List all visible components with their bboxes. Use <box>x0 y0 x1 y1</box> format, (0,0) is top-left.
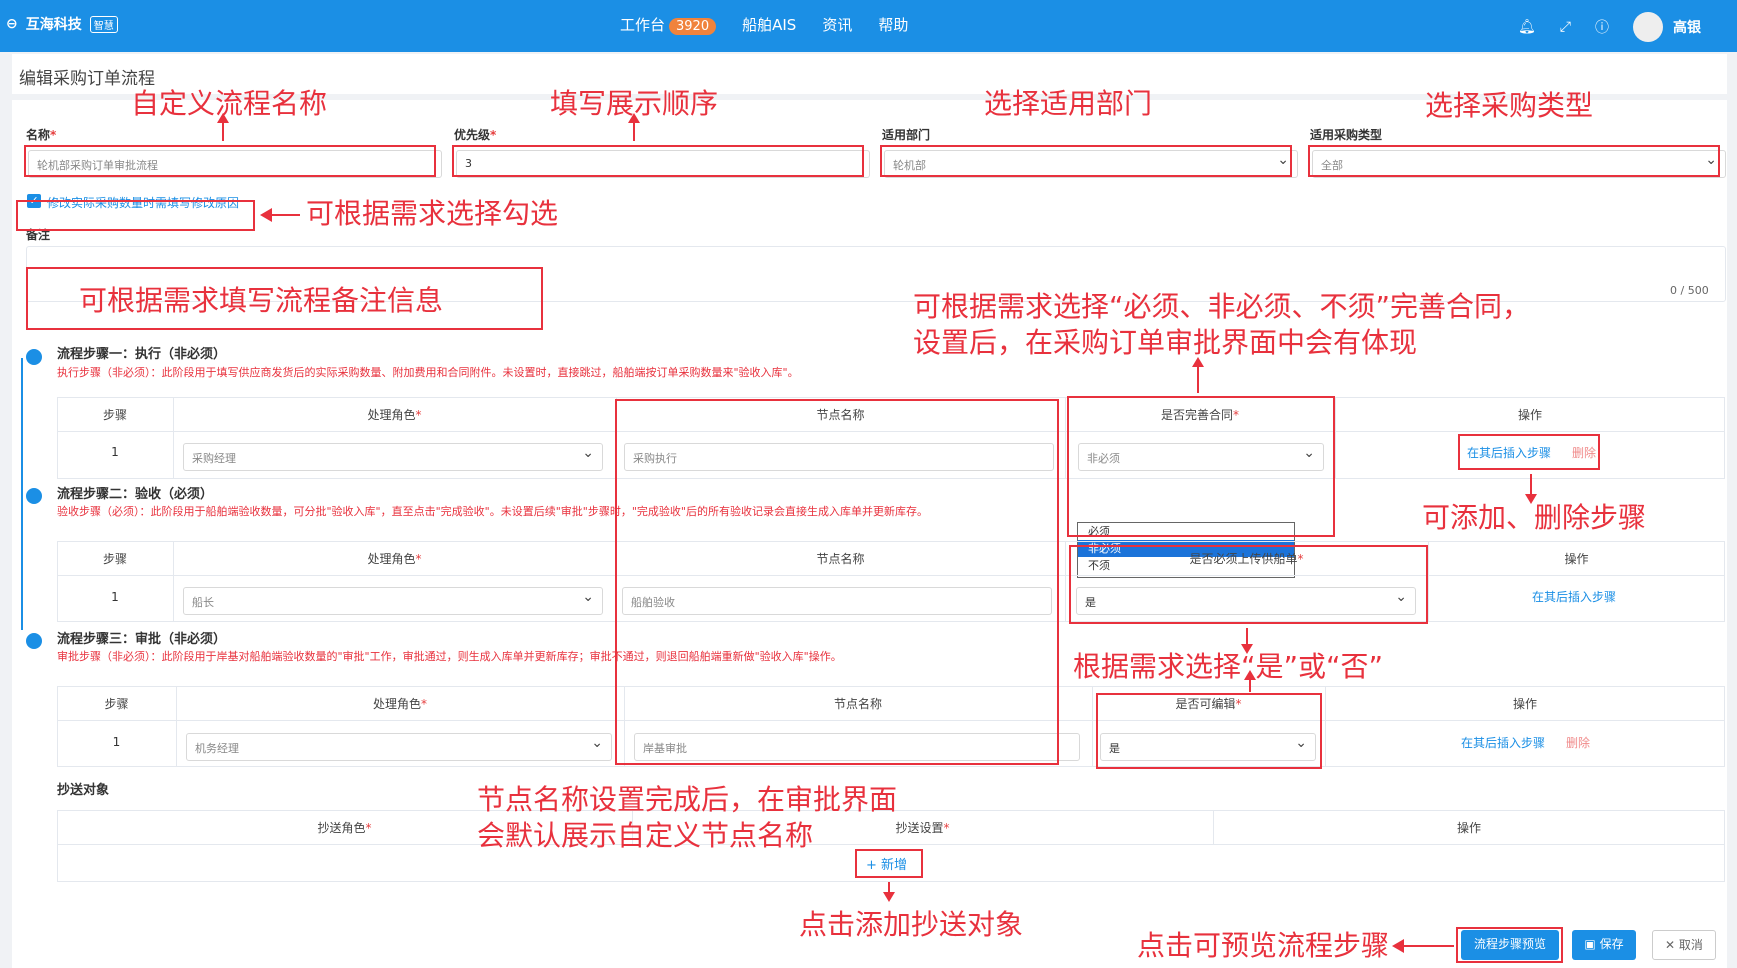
step2-title: 流程步骤二：验收（必须） <box>57 487 214 502</box>
annotation-checkbox: 可根据需求选择勾选 <box>306 197 559 230</box>
annotation-contract-line1: 可根据需求选择“必须、非必须、不须”完善合同， <box>913 290 1531 323</box>
highlight-add-cc <box>855 849 923 878</box>
highlight-dept <box>880 145 1292 177</box>
step3-dot <box>26 633 42 649</box>
nav-ship-ais[interactable]: 船舶AIS <box>742 14 796 35</box>
step1-th-action: 操作 <box>1517 408 1542 422</box>
help-icon[interactable]: ⓘ <box>1595 17 1609 37</box>
annotation-dept: 选择适用部门 <box>984 87 1153 120</box>
cc-th-action: 操作 <box>1456 821 1481 835</box>
user-name[interactable]: 高银 <box>1673 17 1701 37</box>
step3-insert-link[interactable]: 在其后插入步骤 <box>1461 734 1545 751</box>
arrow-name <box>217 113 229 141</box>
cc-title: 抄送对象 <box>57 783 110 798</box>
priority-label: 优先级* <box>454 128 497 142</box>
highlight-editable-column <box>1096 693 1322 769</box>
highlight-node-column <box>615 399 1059 765</box>
fullscreen-icon[interactable]: ⤢ <box>1560 19 1571 35</box>
highlight-preview <box>1456 927 1563 963</box>
workbench-badge: 3920 <box>669 18 717 35</box>
arrow-checkbox <box>260 208 300 222</box>
arrow-editable <box>1244 670 1256 692</box>
name-label: 名称* <box>26 128 57 142</box>
annotation-name: 自定义流程名称 <box>131 87 328 120</box>
arrow-preview <box>1392 939 1454 953</box>
arrow-upload <box>1241 628 1253 654</box>
highlight-actions <box>1458 434 1600 470</box>
top-right-tools: 🔔︎ ⤢ ⓘ 高银 <box>1518 12 1701 42</box>
step3-th-role: 处理角色* <box>372 697 427 711</box>
step1-step-number: 1 <box>111 445 119 459</box>
highlight-name <box>24 145 436 177</box>
annotation-remarks: 可根据需求填写流程备注信息 <box>79 284 444 317</box>
nav-help[interactable]: 帮助 <box>878 14 908 35</box>
arrow-actions <box>1525 474 1537 504</box>
remarks-counter: 0 / 500 <box>1670 284 1709 297</box>
step2-insert-link[interactable]: 在其后插入步骤 <box>1532 588 1616 605</box>
annotation-node-line2: 会默认展示自定义节点名称 <box>477 819 814 852</box>
step1-role-select[interactable]: 采购经理 <box>183 443 603 471</box>
annotation-add-cc: 点击添加抄送对象 <box>799 908 1024 941</box>
annotation-node-line1: 节点名称设置完成后，在审批界面 <box>477 783 898 816</box>
highlight-upload-column <box>1069 545 1428 624</box>
highlight-contract-column <box>1067 396 1335 537</box>
step1-th-role: 处理角色* <box>367 408 422 422</box>
highlight-type <box>1308 145 1720 177</box>
close-icon: ✕ <box>1665 938 1679 952</box>
step1-dot <box>26 349 42 365</box>
highlight-checkbox <box>16 200 255 231</box>
step3-role-select[interactable]: 机务经理 <box>186 733 612 761</box>
annotation-yes-no: 根据需求选择“是”或“否” <box>1073 650 1384 683</box>
step2-th-action: 操作 <box>1564 552 1589 566</box>
dept-label: 适用部门 <box>882 128 931 142</box>
annotation-actions: 可添加、删除步骤 <box>1422 501 1647 534</box>
annotation-preview: 点击可预览流程步骤 <box>1137 929 1390 962</box>
avatar[interactable] <box>1633 12 1663 42</box>
step1-desc: 执行步骤（非必须）：此阶段用于填写供应商发货后的实际采购数量、附加费用和合同附件… <box>57 366 799 379</box>
annotation-contract-line2: 设置后，在采购订单审批界面中会有体现 <box>913 326 1418 359</box>
step2-th-step: 步骤 <box>102 552 127 566</box>
top-bar: ⊖ 互海科技 智慧 工作台 3920 船舶AIS 资讯 帮助 🔔︎ ⤢ ⓘ 高银 <box>0 0 1737 52</box>
step1-title: 流程步骤一：执行（非必须） <box>57 347 227 362</box>
nav-news[interactable]: 资讯 <box>822 14 852 35</box>
step2-step-number: 1 <box>111 590 119 604</box>
bell-icon[interactable]: 🔔︎ <box>1518 19 1536 35</box>
step3-th-action: 操作 <box>1512 697 1537 711</box>
save-button[interactable]: ▣ 保存 <box>1572 930 1636 960</box>
brand-tag: 智慧 <box>89 15 118 33</box>
step1-th-step: 步骤 <box>102 408 127 422</box>
save-icon: ▣ <box>1584 937 1600 951</box>
step3-th-step: 步骤 <box>104 697 129 711</box>
step2-role-select[interactable]: 船长 <box>183 587 603 615</box>
steps-timeline <box>21 358 23 630</box>
step3-step-number: 1 <box>112 735 121 749</box>
main-nav: 工作台 3920 船舶AIS 资讯 帮助 <box>620 14 908 35</box>
step3-delete-link[interactable]: 删除 <box>1566 734 1590 751</box>
cancel-button[interactable]: ✕ 取消 <box>1652 930 1716 960</box>
step3-title: 流程步骤三：审批（非必须） <box>57 632 227 647</box>
brand-name: 互海科技 <box>25 17 82 33</box>
arrow-priority <box>628 113 640 141</box>
arrow-add-cc <box>883 882 895 902</box>
highlight-priority <box>452 145 864 177</box>
annotation-type: 选择采购类型 <box>1425 89 1594 122</box>
brand-logo[interactable]: ⊖ 互海科技 智慧 <box>6 14 118 34</box>
nav-workbench[interactable]: 工作台 3920 <box>620 14 717 35</box>
arrow-contract <box>1192 357 1204 393</box>
step2-th-role: 处理角色* <box>367 552 422 566</box>
back-icon[interactable]: ⊖ <box>6 16 18 32</box>
type-label: 适用采购类型 <box>1310 128 1383 142</box>
step2-dot <box>26 488 42 504</box>
